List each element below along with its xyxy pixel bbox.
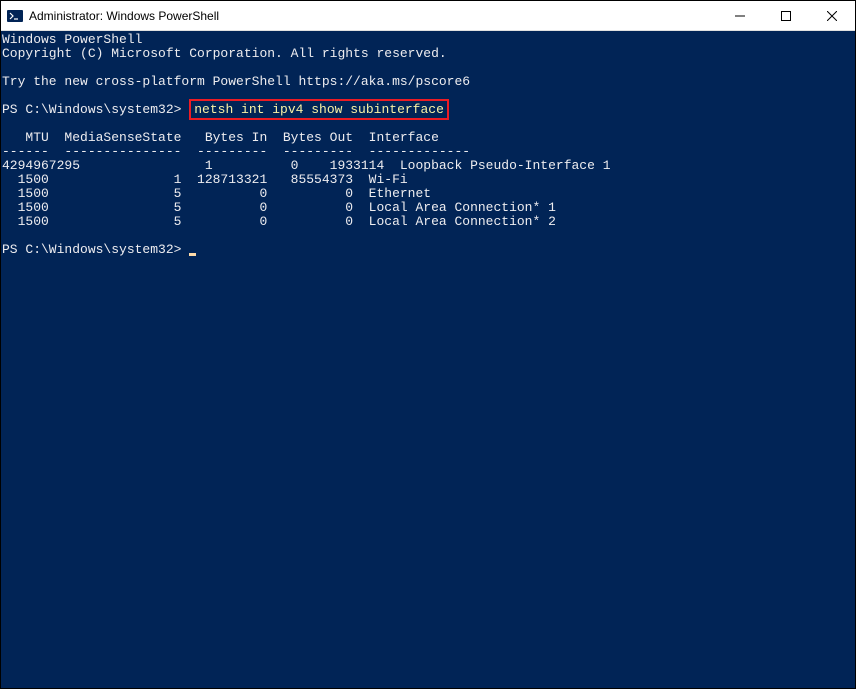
command-text: netsh int ipv4 show subinterface [194,102,444,117]
table-row: 1500 5 0 0 Local Area Connection* 1 [2,201,854,215]
copyright-line: Copyright (C) Microsoft Corporation. All… [2,47,854,61]
prompt-text: PS C:\Windows\system32> [2,102,189,117]
table-row: 1500 1 128713321 85554373 Wi-Fi [2,173,854,187]
minimize-button[interactable] [717,1,763,30]
prompt-line-2: PS C:\Windows\system32> [2,243,854,257]
maximize-button[interactable] [763,1,809,30]
window-controls [717,1,855,30]
titlebar[interactable]: Administrator: Windows PowerShell [1,1,855,31]
table-row: 4294967295 1 0 1933114 Loopback Pseudo-I… [2,159,854,173]
table-row: 1500 5 0 0 Ethernet [2,187,854,201]
table-header: MTU MediaSenseState Bytes In Bytes Out I… [2,131,854,145]
try-line: Try the new cross-platform PowerShell ht… [2,75,854,89]
table-divider: ------ --------------- --------- -------… [2,145,854,159]
window-title: Administrator: Windows PowerShell [29,9,717,23]
table-row: 1500 5 0 0 Local Area Connection* 2 [2,215,854,229]
terminal-content[interactable]: Windows PowerShellCopyright (C) Microsof… [1,31,855,688]
close-button[interactable] [809,1,855,30]
prompt-text: PS C:\Windows\system32> [2,242,189,257]
header-line: Windows PowerShell [2,33,854,47]
terminal-cursor [189,253,196,256]
blank-line [2,61,854,75]
blank-line [2,229,854,243]
highlighted-command: netsh int ipv4 show subinterface [189,99,449,120]
powershell-window: Administrator: Windows PowerShell Window… [0,0,856,689]
powershell-icon [7,8,23,24]
prompt-line-1: PS C:\Windows\system32> netsh int ipv4 s… [2,103,854,117]
